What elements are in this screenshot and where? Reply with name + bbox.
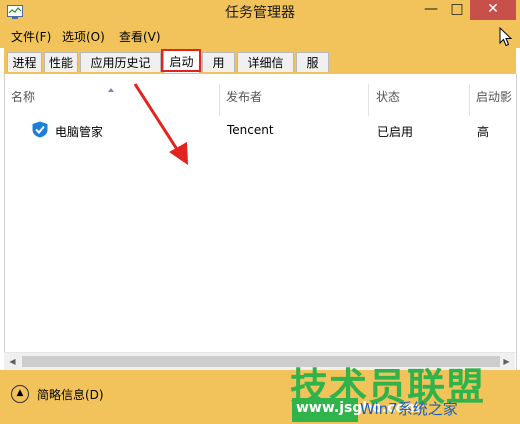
tab-app-history[interactable]: 应用历史记录 — [80, 52, 161, 90]
tab-bar: 进程 性能 应用历史记录 启动 用户 详细信息 服务 — [4, 48, 516, 90]
title-bar[interactable]: 任务管理器 — □ ✕ — [0, 0, 520, 26]
row-publisher: Tencent — [227, 123, 274, 137]
scroll-left-icon[interactable]: ◀ — [4, 353, 21, 370]
startup-tab-highlight-box — [161, 49, 201, 72]
maximize-button[interactable]: □ — [444, 0, 470, 20]
close-button[interactable]: ✕ — [470, 0, 516, 20]
column-header-publisher[interactable]: 发布者 — [226, 88, 262, 105]
scroll-right-icon[interactable]: ▶ — [498, 353, 515, 370]
annotation-arrow — [133, 83, 188, 165]
menu-view[interactable]: 查看(V) — [119, 26, 161, 48]
column-divider[interactable] — [469, 84, 470, 116]
startup-list: 名称 发布者 状态 启动影 电脑管家 Tencent 已启用 高 — [4, 74, 517, 370]
column-divider[interactable] — [368, 84, 369, 116]
collapse-details-icon[interactable]: ▲ — [11, 385, 29, 403]
row-status: 已启用 — [377, 125, 414, 139]
menu-bar: 文件(F) 选项(O) 查看(V) — [0, 26, 520, 48]
task-manager-window: 任务管理器 — □ ✕ 文件(F) 选项(O) 查看(V) 进程 性能 应用历史… — [0, 0, 520, 424]
tab-users[interactable]: 用户 — [202, 52, 235, 90]
menu-options[interactable]: 选项(O) — [62, 26, 105, 48]
fewer-details-link[interactable]: 简略信息(D) — [37, 386, 104, 403]
row-startup-impact: 高 — [477, 125, 490, 139]
tab-details[interactable]: 详细信息 — [237, 52, 294, 90]
watermark-win7-text: Win7系统之家 — [360, 400, 458, 418]
tab-processes[interactable]: 进程 — [7, 52, 42, 72]
tab-services[interactable]: 服务 — [296, 52, 329, 90]
column-header-status[interactable]: 状态 — [376, 88, 400, 105]
column-divider[interactable] — [219, 84, 220, 116]
column-header-startup-impact[interactable]: 启动影 — [476, 88, 512, 105]
mouse-cursor-icon — [499, 27, 513, 47]
tab-performance[interactable]: 性能 — [44, 52, 78, 72]
minimize-button[interactable]: — — [418, 0, 444, 20]
menu-file[interactable]: 文件(F) — [11, 26, 51, 48]
